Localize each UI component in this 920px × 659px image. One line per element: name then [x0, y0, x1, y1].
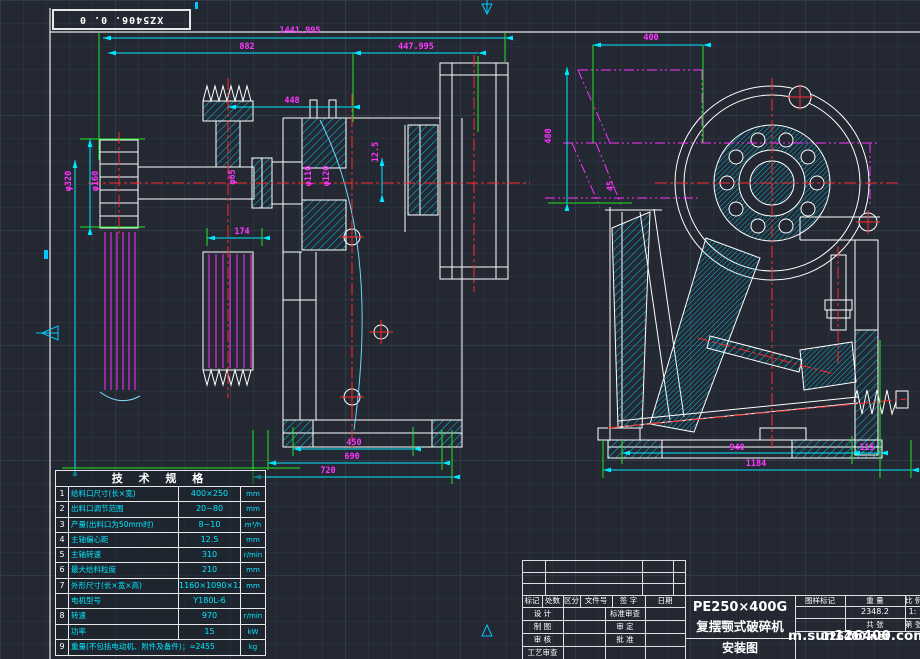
dim-label: 12.5 [371, 142, 381, 162]
table-row: 5主轴转速310r/min [56, 548, 265, 563]
centerlines-left [88, 55, 530, 450]
tb-role: 制 图 [522, 622, 563, 632]
dim-label: 690 [344, 452, 359, 462]
table-row: 2出料口调节范围20~80mm [56, 502, 265, 517]
drawing-code-box: XZ5406. 0. 0 [52, 9, 191, 30]
dim-label: 115 [859, 443, 874, 453]
tb-header: 签 字 [612, 596, 645, 606]
table-row: 电机型号Y180L-6 [56, 594, 265, 609]
tb-header: 文件号 [580, 596, 612, 606]
title-block: 标记 处数 区分 文件号 签 字 日期 设 计 制 图 审 核 工艺审查 标准审… [522, 560, 920, 659]
table-row: 9重量(不包括电动机、附件及备件)；≈2455kg [56, 640, 265, 655]
dim-label: 720 [320, 466, 335, 476]
tb-header: 处数 [542, 596, 563, 606]
table-row: 4主轴偏心距12.5mm [56, 533, 265, 548]
table-row: 8转速970r/min [56, 609, 265, 624]
extension-lines [62, 33, 911, 484]
dim-label: 450 [346, 438, 361, 448]
weight-value: 2348.2 [845, 607, 905, 617]
tb-role: 批 准 [605, 635, 645, 645]
tb-role: 审 核 [522, 635, 563, 645]
product-name: 复摆颚式破碎机 [685, 617, 795, 637]
tb-header: 日期 [645, 596, 685, 606]
watermark-text-overlay: 126400.net [822, 631, 889, 643]
dim-label: φ65 [228, 169, 238, 184]
drawing-code-text: XZ5406. 0. 0 [79, 14, 163, 25]
table-row: 功率15kW [56, 625, 265, 640]
dim-label: 447.995 [398, 42, 434, 52]
left-view [88, 55, 530, 450]
table-row: 7外形尺寸(长×宽×高)1160×1090×1245mm [56, 579, 265, 594]
dim-label: 45 [606, 181, 616, 191]
dim-label: φ120 [322, 166, 332, 186]
drawing-name: 安装图 [685, 638, 795, 659]
watermark: m.sun126400.com 126400.net [788, 625, 920, 644]
table-row: 3产量(出料口为50mm时)8~10m³/h [56, 518, 265, 533]
tb-role: 工艺审查 [522, 648, 563, 658]
dim-label: 480 [544, 128, 554, 143]
v-belts [105, 232, 251, 390]
cad-canvas[interactable]: 1441.995 882 447.995 448 φ320 φ160 φ65 φ… [0, 0, 920, 659]
tb-header: 标记 [522, 596, 542, 606]
product-code: PE250×400G [685, 597, 795, 619]
tb-header: 区分 [563, 596, 580, 606]
tb-header: 比 例 [905, 596, 920, 606]
dim-label: 1441.995 [280, 26, 321, 36]
tb-header: 图样标记 [795, 596, 845, 606]
dim-label: 1184 [746, 459, 766, 469]
dim-label: φ320 [64, 171, 74, 191]
dim-label: 940 [729, 443, 744, 453]
right-view [545, 70, 908, 458]
dim-label: 400 [643, 33, 658, 43]
tb-role: 审 定 [605, 622, 645, 632]
dim-label: φ110 [304, 166, 314, 186]
dim-label: 448 [284, 96, 299, 106]
dim-label: 174 [234, 227, 249, 237]
spec-table: 技 术 规 格 1给料口尺寸(长×宽)400×250mm 2出料口调节范围20~… [55, 470, 266, 656]
scale-value: 1: [905, 607, 920, 617]
dim-label: 882 [239, 42, 254, 52]
dim-label: φ160 [91, 171, 101, 191]
tb-header: 重 量 [845, 596, 905, 606]
table-row: 6最大给料粒度210mm [56, 563, 265, 578]
tb-role: 设 计 [522, 609, 563, 619]
tb-role: 标准审查 [605, 609, 645, 619]
spec-table-title: 技 术 规 格 [56, 471, 265, 487]
table-row: 1给料口尺寸(长×宽)400×250mm [56, 487, 265, 502]
